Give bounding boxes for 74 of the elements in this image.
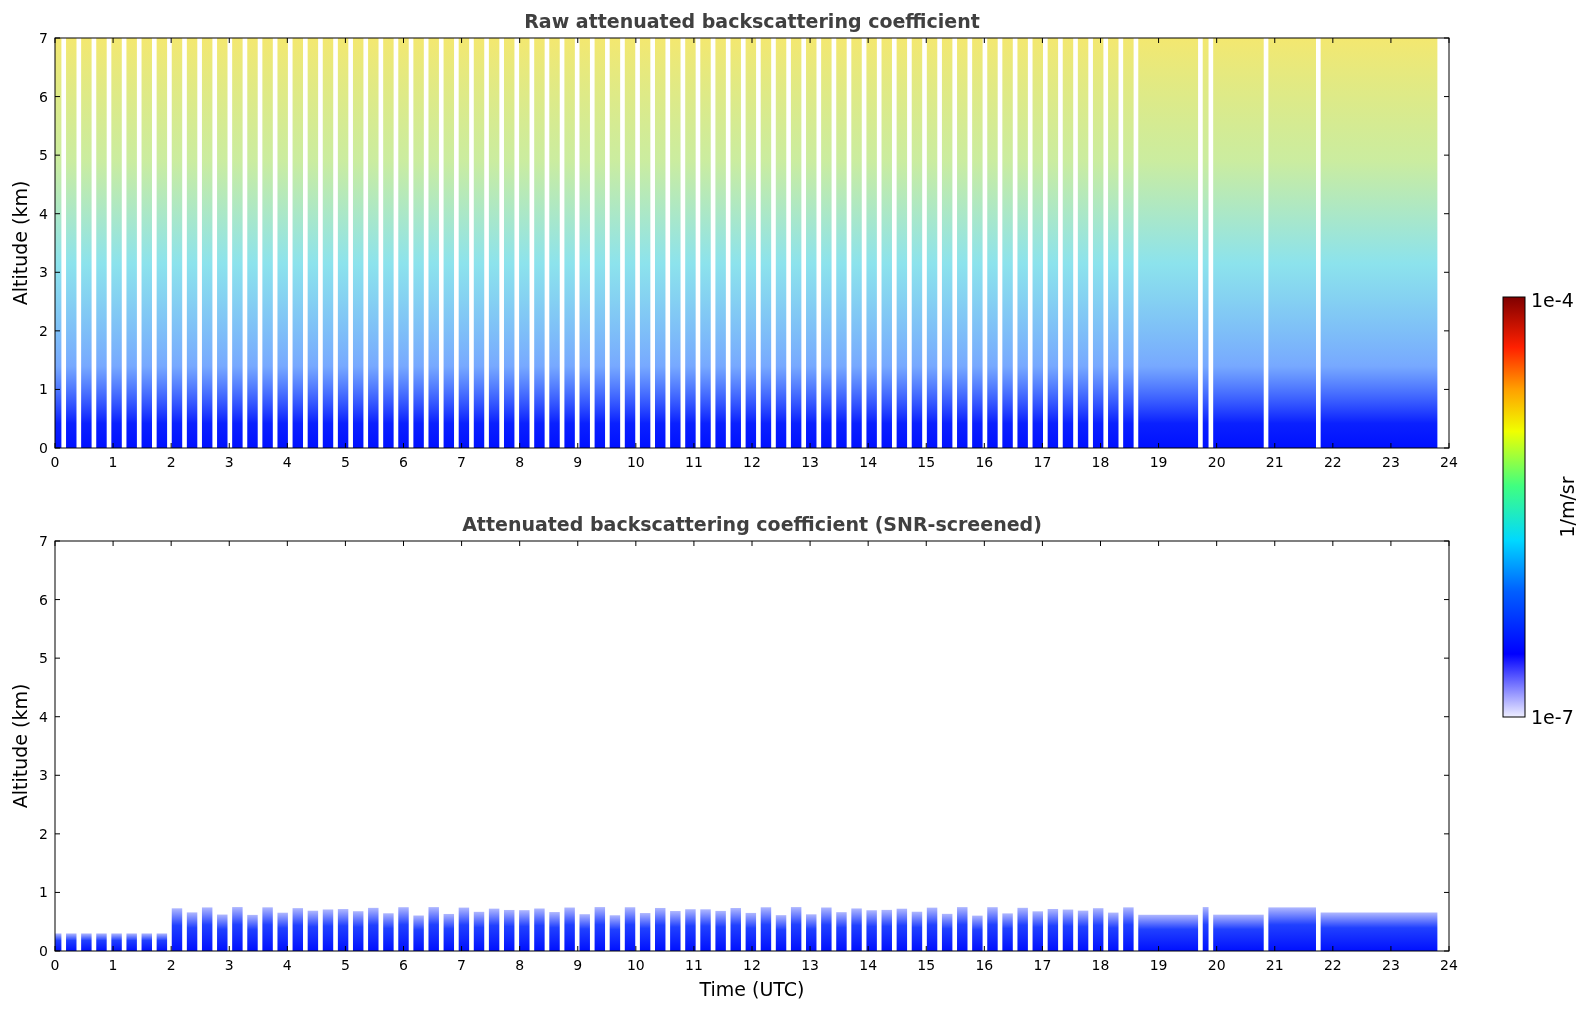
axis-tick-label: 18 (1091, 957, 1110, 973)
axis-tick-label: 6 (39, 591, 48, 608)
axis-tick-label: 7 (457, 454, 467, 470)
axis-tick-label: 3 (39, 264, 48, 281)
axis-label: Altitude (km) (9, 683, 31, 809)
colorbar-label: 1e-4 (1531, 289, 1574, 311)
axis-tick-label: 4 (39, 708, 48, 725)
axis-tick-label: 6 (39, 88, 48, 105)
axis-tick-label: 2 (39, 825, 48, 842)
axis-tick-label: 7 (39, 30, 48, 46)
axis-tick-label: 19 (1149, 454, 1168, 470)
axis-tick-label: 20 (1207, 454, 1226, 470)
axis-tick-label: 9 (573, 454, 583, 470)
axis-tick-label: 24 (1440, 454, 1458, 470)
axis-tick-label: 5 (39, 650, 48, 667)
axis-tick-label: 5 (39, 147, 48, 164)
axis-tick-label: 4 (39, 205, 48, 222)
axis-tick-label: 5 (340, 957, 350, 973)
axis-tick-label: 19 (1149, 957, 1168, 973)
axis-tick-label: 1 (108, 957, 118, 973)
chart-title: Attenuated backscattering coefficient (SNR-screened) (462, 513, 1042, 535)
axis-tick-label: 15 (917, 957, 936, 973)
axis-tick-label: 14 (859, 454, 878, 470)
axis-tick-label: 16 (975, 454, 994, 470)
axis-label: Time (UTC) (699, 978, 805, 1000)
axis-tick-label: 20 (1207, 957, 1226, 973)
axis-tick-label: 10 (626, 454, 645, 470)
axis-tick-label: 21 (1265, 957, 1284, 973)
axis-tick-label: 22 (1323, 957, 1342, 973)
colorbar-unit: 1/m/sr (1556, 476, 1578, 538)
axis-tick-label: 12 (743, 454, 761, 470)
axis-tick-label: 0 (39, 943, 48, 959)
axis-tick-label: 24 (1440, 957, 1458, 973)
axis-tick-label: 7 (39, 533, 48, 549)
axis-tick-label: 21 (1265, 454, 1284, 470)
axis-label: Altitude (km) (9, 180, 31, 306)
axis-tick-label: 18 (1091, 454, 1110, 470)
axis-tick-label: 23 (1382, 454, 1400, 470)
axis-tick-label: 17 (1033, 454, 1052, 470)
axis-tick-label: 6 (399, 454, 408, 470)
axis-tick-label: 13 (801, 454, 819, 470)
axis-tick-label: 8 (515, 957, 525, 973)
axis-tick-label: 3 (224, 957, 234, 973)
axis-tick-label: 5 (340, 454, 350, 470)
axis-tick-label: 16 (975, 957, 994, 973)
axis-tick-label: 1 (39, 381, 48, 398)
chart-title: Raw attenuated backscattering coefficient (524, 10, 980, 32)
axis-tick-label: 8 (515, 454, 525, 470)
axis-tick-label: 2 (166, 957, 176, 973)
axis-tick-label: 0 (50, 454, 60, 470)
axis-tick-label: 2 (166, 454, 176, 470)
axis-tick-label: 15 (917, 454, 936, 470)
axis-tick-label: 7 (457, 957, 467, 973)
axis-tick-label: 3 (224, 454, 234, 470)
axis-tick-label: 0 (39, 440, 48, 456)
axis-tick-label: 11 (685, 454, 703, 470)
axis-tick-label: 0 (50, 957, 60, 973)
axis-tick-label: 14 (859, 957, 878, 973)
axis-tick-label: 12 (743, 957, 761, 973)
axis-tick-label: 3 (39, 767, 48, 784)
axis-tick-label: 22 (1323, 454, 1342, 470)
colorbar-label: 1e-7 (1531, 706, 1574, 728)
axis-tick-label: 1 (108, 454, 118, 470)
axis-tick-label: 2 (39, 322, 48, 339)
axis-tick-label: 17 (1033, 957, 1052, 973)
axis-tick-label: 4 (282, 957, 292, 973)
axis-tick-label: 6 (399, 957, 408, 973)
axis-tick-label: 13 (801, 957, 819, 973)
axis-tick-label: 4 (282, 454, 292, 470)
axis-tick-label: 10 (626, 957, 645, 973)
axis-tick-label: 1 (39, 884, 48, 901)
axis-tick-label: 9 (573, 957, 583, 973)
axis-tick-label: 11 (685, 957, 703, 973)
axis-tick-label: 23 (1382, 957, 1400, 973)
